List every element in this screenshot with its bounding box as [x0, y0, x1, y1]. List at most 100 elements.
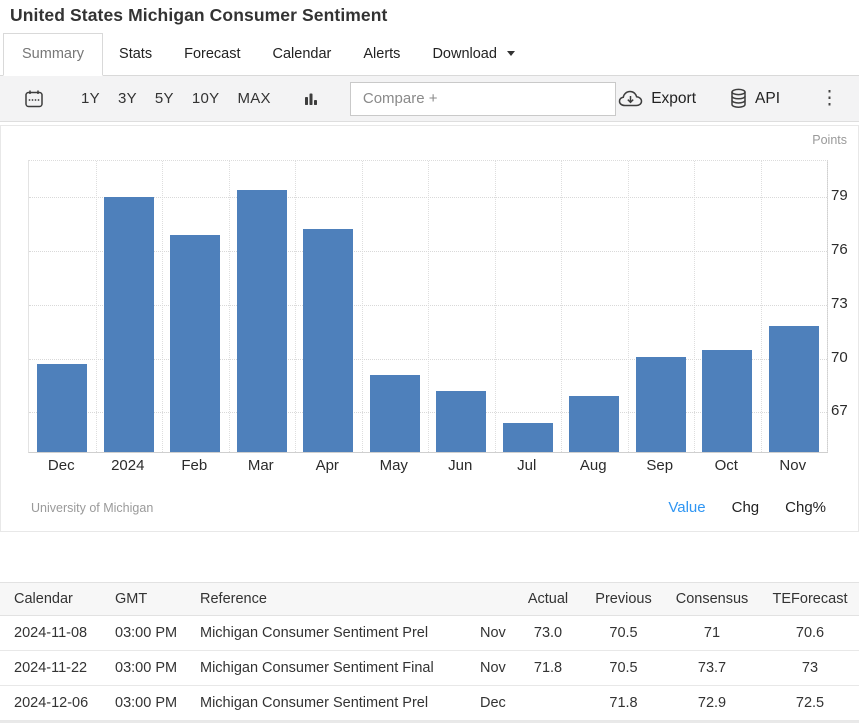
api-button[interactable]: API [730, 88, 780, 109]
range-10y-button[interactable]: 10Y [183, 86, 229, 111]
bar-Mar[interactable] [237, 190, 287, 452]
table-cell: 2024-11-22 [0, 651, 101, 686]
compare-input[interactable] [350, 82, 616, 116]
bar-Sep[interactable] [636, 357, 686, 452]
vertical-gridline [229, 161, 230, 452]
y-axis-label: 76 [831, 241, 857, 258]
bar-2024[interactable] [104, 197, 154, 452]
table-body: 2024-11-0803:00 PMMichigan Consumer Sent… [0, 616, 859, 721]
mode-chg-button[interactable]: Chg [732, 499, 760, 516]
export-label: Export [651, 90, 696, 108]
range-group: 1Y 3Y 5Y 10Y MAX [72, 86, 280, 111]
y-axis-unit-label: Points [812, 133, 847, 147]
table-cell: Michigan Consumer Sentiment Final [186, 651, 466, 686]
x-axis-label: Dec [28, 457, 95, 474]
chart-toolbar: 1Y 3Y 5Y 10Y MAX Exp [0, 76, 859, 122]
x-axis-label: Apr [294, 457, 361, 474]
tab-bar: Summary Stats Forecast Calendar Alerts D… [0, 30, 859, 76]
chart-source: University of Michigan [31, 501, 153, 515]
table-cell: 70.6 [761, 616, 859, 651]
calendar-table-section: CalendarGMTReferenceActualPreviousConsen… [0, 582, 859, 723]
range-5y-button[interactable]: 5Y [146, 86, 183, 111]
x-axis-label: May [361, 457, 428, 474]
tab-alerts[interactable]: Alerts [347, 34, 416, 75]
vertical-gridline [495, 161, 496, 452]
calendar-table: CalendarGMTReferenceActualPreviousConsen… [0, 582, 859, 721]
bar-Jul[interactable] [503, 423, 553, 452]
bar-Jun[interactable] [436, 391, 486, 452]
table-header-row: CalendarGMTReferenceActualPreviousConsen… [0, 583, 859, 616]
bar-Apr[interactable] [303, 229, 353, 452]
table-cell: 71.8 [584, 686, 663, 721]
table-cell: 70.5 [584, 651, 663, 686]
table-cell: 2024-11-08 [0, 616, 101, 651]
vertical-gridline [561, 161, 562, 452]
x-axis: Dec2024FebMarAprMayJunJulAugSepOctNov [28, 457, 828, 477]
table-cell: 71.8 [512, 651, 584, 686]
table-cell: 70.5 [584, 616, 663, 651]
column-header: Reference [186, 583, 466, 616]
x-axis-label: 2024 [95, 457, 162, 474]
x-axis-label: Jul [494, 457, 561, 474]
x-axis-label: Aug [560, 457, 627, 474]
table-cell: 03:00 PM [101, 616, 186, 651]
calendar-range-button[interactable] [24, 89, 44, 109]
table-row: 2024-12-0603:00 PMMichigan Consumer Sent… [0, 686, 859, 721]
vertical-gridline [295, 161, 296, 452]
table-cell: 03:00 PM [101, 686, 186, 721]
table-cell: Dec [466, 686, 512, 721]
vertical-gridline [162, 161, 163, 452]
table-cell: 71 [663, 616, 761, 651]
table-cell: 72.9 [663, 686, 761, 721]
vertical-gridline [428, 161, 429, 452]
vertical-gridline [694, 161, 695, 452]
range-3y-button[interactable]: 3Y [109, 86, 146, 111]
vertical-gridline [761, 161, 762, 452]
api-label: API [755, 90, 780, 108]
kebab-menu-icon: ⋮ [820, 89, 839, 108]
caret-down-icon [507, 51, 515, 56]
bar-chart-icon [302, 90, 320, 108]
range-1y-button[interactable]: 1Y [72, 86, 109, 111]
mode-value-button[interactable]: Value [668, 499, 705, 516]
bar-Oct[interactable] [702, 350, 752, 452]
table-cell: 73.0 [512, 616, 584, 651]
tab-stats[interactable]: Stats [103, 34, 168, 75]
table-cell: Michigan Consumer Sentiment Prel [186, 686, 466, 721]
x-axis-label: Oct [693, 457, 760, 474]
x-axis-label: Sep [627, 457, 694, 474]
kebab-menu-button[interactable]: ⋮ [814, 87, 845, 110]
mode-chgpct-button[interactable]: Chg% [785, 499, 826, 516]
range-max-button[interactable]: MAX [228, 86, 279, 111]
column-header: Consensus [663, 583, 761, 616]
api-database-icon [730, 88, 747, 109]
tab-calendar[interactable]: Calendar [257, 34, 348, 75]
table-cell [512, 686, 584, 721]
column-header: GMT [101, 583, 186, 616]
tab-download[interactable]: Download [416, 34, 531, 75]
calendar-icon [24, 89, 44, 109]
bar-Dec[interactable] [37, 364, 87, 452]
vertical-gridline [362, 161, 363, 452]
bar-Feb[interactable] [170, 235, 220, 452]
vertical-gridline [96, 161, 97, 452]
chart-type-button[interactable] [302, 90, 320, 108]
tab-forecast[interactable]: Forecast [168, 34, 256, 75]
column-header: TEForecast [761, 583, 859, 616]
vertical-gridline [827, 161, 828, 452]
y-axis-label: 73 [831, 295, 857, 312]
chart-plot[interactable] [28, 160, 828, 453]
export-button[interactable]: Export [618, 90, 696, 108]
bar-May[interactable] [370, 375, 420, 452]
x-axis-label: Mar [228, 457, 295, 474]
table-row: 2024-11-0803:00 PMMichigan Consumer Sent… [0, 616, 859, 651]
x-axis-label: Nov [760, 457, 827, 474]
tab-summary[interactable]: Summary [3, 33, 103, 76]
tab-download-label: Download [432, 46, 497, 62]
bar-Nov[interactable] [769, 326, 819, 452]
table-cell: 72.5 [761, 686, 859, 721]
titlebar: United States Michigan Consumer Sentimen… [0, 0, 859, 30]
bar-Aug[interactable] [569, 396, 619, 452]
column-header [466, 583, 512, 616]
x-axis-label: Jun [427, 457, 494, 474]
